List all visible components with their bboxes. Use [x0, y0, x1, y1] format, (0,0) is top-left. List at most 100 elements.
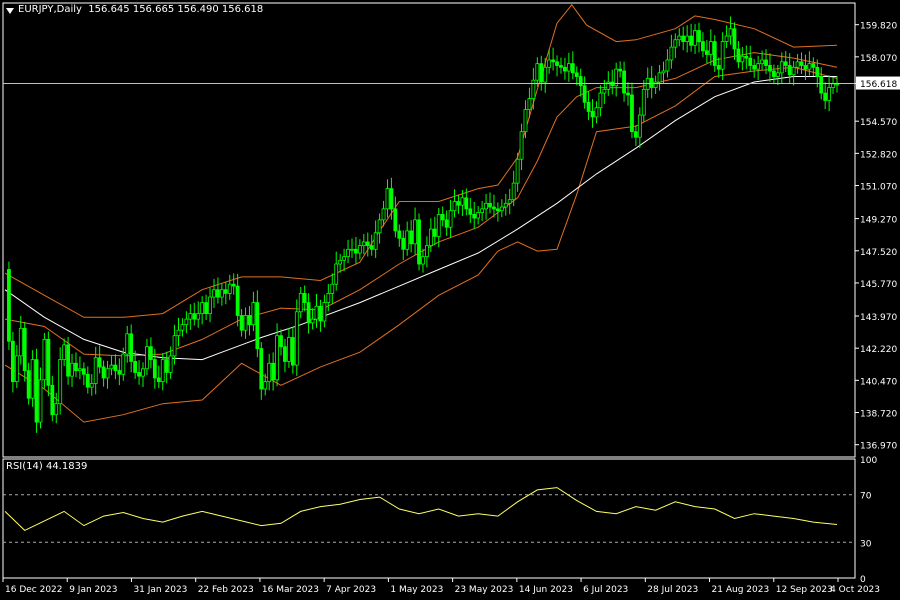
candle-bull — [507, 199, 512, 204]
candle-bear — [74, 362, 78, 372]
candle-bear — [148, 346, 153, 360]
candle-bear — [570, 63, 575, 74]
candle-bear — [744, 55, 749, 59]
candle-bear — [563, 66, 567, 72]
candle-bear — [488, 202, 492, 208]
candle-bull — [184, 318, 189, 326]
candle-bull — [476, 212, 481, 219]
candle-bear — [85, 373, 90, 388]
candle-bear — [129, 333, 134, 362]
candle-bear — [34, 359, 39, 423]
candle-bull — [89, 383, 94, 388]
date-tick-label: 23 May 2023 — [455, 585, 514, 595]
candle-bull — [673, 39, 678, 48]
candle-bull — [54, 403, 59, 416]
candle-bear — [306, 302, 311, 324]
candle-bull — [724, 35, 729, 42]
candle-bear — [764, 59, 768, 66]
candle-bear — [46, 338, 51, 386]
candle-bull — [243, 315, 248, 331]
candle-bull — [527, 98, 532, 111]
bollinger-lower-line — [4, 66, 838, 423]
candle-bull — [827, 87, 832, 101]
candle-bull — [141, 368, 145, 377]
candle-bull — [831, 83, 835, 88]
candle-bull — [460, 197, 465, 206]
candle-bull — [531, 79, 536, 99]
candle-bear — [440, 213, 445, 221]
date-tick-label: 31 Jan 2023 — [133, 585, 187, 595]
candle-bull — [594, 107, 599, 118]
candle-bear — [259, 348, 264, 390]
candle-bear — [590, 111, 595, 118]
candle-bear — [66, 344, 70, 377]
candle-bull — [338, 259, 343, 265]
candle-bear — [239, 315, 244, 331]
date-tick-label: 12 Sep 2023 — [776, 585, 833, 595]
candle-bear — [113, 364, 118, 372]
candle-bull — [357, 245, 362, 254]
candle-bear — [456, 201, 461, 206]
candle-bull — [294, 311, 299, 366]
candle-bull — [287, 337, 291, 362]
candle-bear — [495, 208, 500, 212]
candle-bear — [752, 65, 757, 70]
candle-bear — [681, 35, 686, 42]
candle-bull — [728, 28, 733, 37]
candle-bear — [649, 77, 654, 88]
candle-bull — [519, 131, 524, 160]
candle-bull — [535, 63, 540, 81]
candle-bear — [133, 361, 138, 373]
candle-bull — [208, 296, 212, 315]
candle-bull — [499, 206, 504, 212]
candle-bull — [62, 344, 67, 360]
candle-bear — [365, 241, 370, 247]
date-tick-label: 28 Jul 2023 — [647, 585, 698, 595]
price-tick-label: 151.070 — [860, 183, 897, 193]
candle-bear — [464, 197, 469, 210]
candle-bear — [622, 70, 626, 94]
candle-bear — [704, 50, 709, 55]
candle-bull — [18, 327, 23, 357]
candle-bull — [275, 335, 279, 381]
candle-bear — [223, 289, 228, 294]
candle-bull — [350, 248, 354, 251]
candle-bull — [511, 182, 516, 201]
candle-bull — [298, 293, 303, 313]
chart-canvas[interactable]: 159.820 158.070 156.618 154.570 152.820 151.0… — [0, 0, 900, 600]
candle-bull — [791, 66, 796, 76]
candle-bull — [740, 55, 745, 63]
candle-bull — [421, 256, 425, 265]
candle-bear — [417, 219, 421, 265]
candle-bull — [779, 61, 784, 74]
candle-bull — [405, 230, 410, 250]
candle-bear — [22, 327, 27, 372]
candle-bear — [803, 65, 808, 70]
candle-bear — [50, 384, 55, 416]
candle-bear — [271, 362, 276, 381]
date-tick-label: 9 Jan 2023 — [69, 585, 117, 595]
candle-bear — [748, 57, 753, 66]
price-tick-label: 159.820 — [860, 22, 897, 32]
candle-bull — [70, 362, 74, 377]
candle-bear — [578, 76, 583, 87]
date-tick-label: 4 Oct 2023 — [830, 585, 880, 595]
candle-bear — [26, 370, 31, 399]
candle-bear — [279, 335, 283, 348]
date-tick-label: 21 Aug 2023 — [712, 585, 770, 595]
candle-bear — [255, 302, 260, 349]
date-tick-label: 1 May 2023 — [390, 585, 443, 595]
candle-bull — [342, 256, 347, 261]
candle-bull — [657, 72, 662, 83]
candle-bear — [539, 63, 544, 83]
price-tick-label: 145.770 — [860, 280, 897, 290]
candle-bear — [472, 213, 477, 219]
candle-bull — [413, 219, 417, 245]
rsi-tick-label: 0 — [860, 575, 866, 585]
price-tick-label: 154.570 — [860, 118, 897, 128]
candle-bull — [665, 59, 670, 72]
candle-bull — [795, 61, 800, 68]
candle-bull — [42, 338, 47, 381]
candle-bear — [468, 208, 473, 215]
candle-bull — [720, 41, 725, 70]
